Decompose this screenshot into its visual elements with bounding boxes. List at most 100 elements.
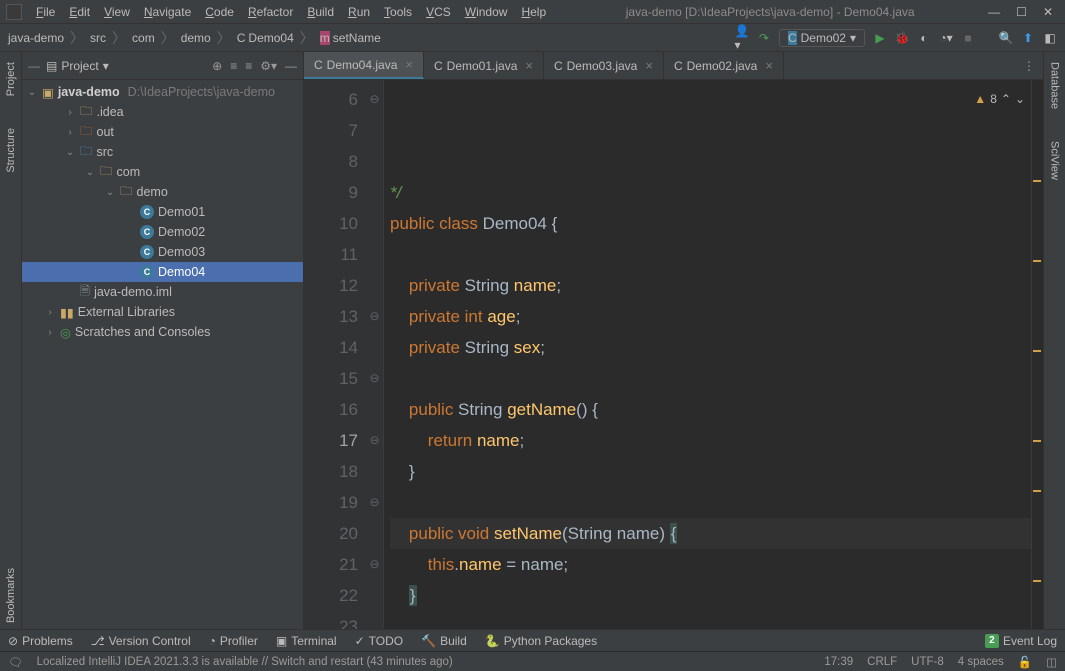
menu-window[interactable]: Window <box>459 3 514 21</box>
code-line[interactable]: */ <box>390 177 1031 208</box>
ide-settings-icon[interactable]: ◧ <box>1043 31 1057 45</box>
menu-file[interactable]: File <box>30 3 61 21</box>
select-opened-file-icon[interactable]: ⊕ <box>212 59 222 73</box>
fold-marker[interactable] <box>366 208 383 239</box>
fold-marker[interactable] <box>366 146 383 177</box>
line-number[interactable]: 18 <box>304 456 358 487</box>
fold-marker[interactable] <box>366 270 383 301</box>
fold-marker[interactable] <box>366 518 383 549</box>
run-config-selector[interactable]: C Demo02 ▾ <box>779 29 865 47</box>
line-number[interactable]: 9 <box>304 177 358 208</box>
breadcrumb-item[interactable]: com <box>132 31 155 45</box>
lock-icon[interactable]: 🔓 <box>1018 655 1032 669</box>
run-icon[interactable]: ▶ <box>873 31 887 45</box>
fold-marker[interactable] <box>366 394 383 425</box>
code-line[interactable]: this.name = name; <box>390 549 1031 580</box>
menu-tools[interactable]: Tools <box>378 3 418 21</box>
code-line[interactable] <box>390 239 1031 270</box>
notification-icon[interactable]: 🗨 <box>8 655 23 669</box>
tool-tab-python[interactable]: 🐍Python Packages <box>485 634 597 648</box>
line-number[interactable]: 17 <box>304 425 358 456</box>
breadcrumb-item[interactable]: src <box>90 31 106 45</box>
line-number[interactable]: 15 <box>304 363 358 394</box>
breadcrumb-item[interactable]: java-demo <box>8 31 64 45</box>
code-line[interactable]: public class Demo04 { <box>390 208 1031 239</box>
close-tab-icon[interactable]: × <box>525 58 533 73</box>
menu-navigate[interactable]: Navigate <box>138 3 197 21</box>
menu-vcs[interactable]: VCS <box>420 3 457 21</box>
line-number[interactable]: 16 <box>304 394 358 425</box>
sync-icon[interactable]: ⬆ <box>1021 31 1035 45</box>
maximize-icon[interactable]: ☐ <box>1016 5 1027 19</box>
menu-run[interactable]: Run <box>342 3 376 21</box>
close-tab-icon[interactable]: × <box>645 58 653 73</box>
tree-item-external-libraries[interactable]: ›▮▮External Libraries <box>22 302 303 322</box>
editor-tab[interactable]: CDemo03.java× <box>544 52 664 79</box>
fold-marker[interactable] <box>366 177 383 208</box>
tree-item--idea[interactable]: ›🗀.idea <box>22 102 303 122</box>
line-number[interactable]: 20 <box>304 518 358 549</box>
error-stripe[interactable] <box>1031 80 1043 629</box>
tool-tab-todo[interactable]: ✓TODO <box>355 634 404 648</box>
tabs-more-icon[interactable]: ⋮ <box>1015 52 1043 79</box>
fold-marker[interactable]: ⊖ <box>366 84 383 115</box>
fold-marker[interactable]: ⊖ <box>366 549 383 580</box>
tool-tab-build[interactable]: 🔨Build <box>421 634 467 648</box>
line-number[interactable]: 22 <box>304 580 358 611</box>
code-line[interactable] <box>390 487 1031 518</box>
collapse-icon[interactable]: — <box>28 59 40 73</box>
expand-all-icon[interactable]: ≡ <box>230 59 237 73</box>
line-number[interactable]: 10 <box>304 208 358 239</box>
tool-tab-terminal[interactable]: ▣Terminal <box>276 634 337 648</box>
code-line[interactable]: return name; <box>390 425 1031 456</box>
fold-marker[interactable]: ⊖ <box>366 301 383 332</box>
project-tree[interactable]: ⌄▣java-demoD:\IdeaProjects\java-demo›🗀.i… <box>22 80 303 629</box>
search-icon[interactable]: 🔍 <box>999 31 1013 45</box>
editor-tab[interactable]: CDemo02.java× <box>664 52 784 79</box>
fold-marker[interactable]: ⊖ <box>366 487 383 518</box>
tool-tab-vcs[interactable]: ⎇Version Control <box>91 634 191 648</box>
line-number[interactable]: 14 <box>304 332 358 363</box>
menu-view[interactable]: View <box>98 3 136 21</box>
close-tab-icon[interactable]: × <box>405 57 413 72</box>
status-encoding[interactable]: UTF-8 <box>911 656 944 668</box>
code-line[interactable]: } <box>390 456 1031 487</box>
tree-item-com[interactable]: ⌄🗀com <box>22 162 303 182</box>
breadcrumb-item[interactable]: demo <box>181 31 211 45</box>
line-number[interactable]: 19 <box>304 487 358 518</box>
line-number[interactable]: 7 <box>304 115 358 146</box>
code-line[interactable]: private String name; <box>390 270 1031 301</box>
line-number[interactable]: 21 <box>304 549 358 580</box>
tree-item-out[interactable]: ›🗀out <box>22 122 303 142</box>
fold-marker[interactable] <box>366 611 383 629</box>
code-editor[interactable]: 67891011121314151617181920212223 ⊖⊖⊖⊖⊖⊖ … <box>304 80 1043 629</box>
back-arrow-icon[interactable]: ↷ <box>757 31 771 45</box>
fold-marker[interactable] <box>366 456 383 487</box>
tool-tab-profiler[interactable]: ◔Profiler <box>209 634 258 648</box>
profile-icon[interactable]: ◔▾ <box>939 31 953 45</box>
status-indent[interactable]: 4 spaces <box>958 656 1004 668</box>
menu-code[interactable]: Code <box>199 3 240 21</box>
fold-marker[interactable] <box>366 239 383 270</box>
inspection-widget[interactable]: ▲ 8 ⌃ ⌄ <box>974 84 1025 115</box>
code-line[interactable]: private String sex; <box>390 332 1031 363</box>
fold-marker[interactable] <box>366 580 383 611</box>
code-content[interactable]: ▲ 8 ⌃ ⌄ */public class Demo04 { private … <box>384 80 1031 629</box>
tree-item-demo04[interactable]: CDemo04 <box>22 262 303 282</box>
fold-marker[interactable] <box>366 332 383 363</box>
menu-refactor[interactable]: Refactor <box>242 3 299 21</box>
line-number[interactable]: 12 <box>304 270 358 301</box>
fold-column[interactable]: ⊖⊖⊖⊖⊖⊖ <box>366 80 384 629</box>
line-number[interactable]: 11 <box>304 239 358 270</box>
line-number[interactable]: 23 <box>304 611 358 629</box>
line-number[interactable]: 6 <box>304 84 358 115</box>
menu-edit[interactable]: Edit <box>63 3 96 21</box>
status-eol[interactable]: CRLF <box>867 656 897 668</box>
tree-item-demo03[interactable]: CDemo03 <box>22 242 303 262</box>
code-line[interactable]: public String getName() { <box>390 394 1031 425</box>
tree-item-demo[interactable]: ⌄🗀demo <box>22 182 303 202</box>
tool-tab-database[interactable]: Database <box>1047 56 1063 115</box>
tool-tab-project[interactable]: Project <box>3 56 19 102</box>
code-line[interactable]: private int age; <box>390 301 1031 332</box>
tree-item-scratches-and-consoles[interactable]: ›◎Scratches and Consoles <box>22 322 303 342</box>
